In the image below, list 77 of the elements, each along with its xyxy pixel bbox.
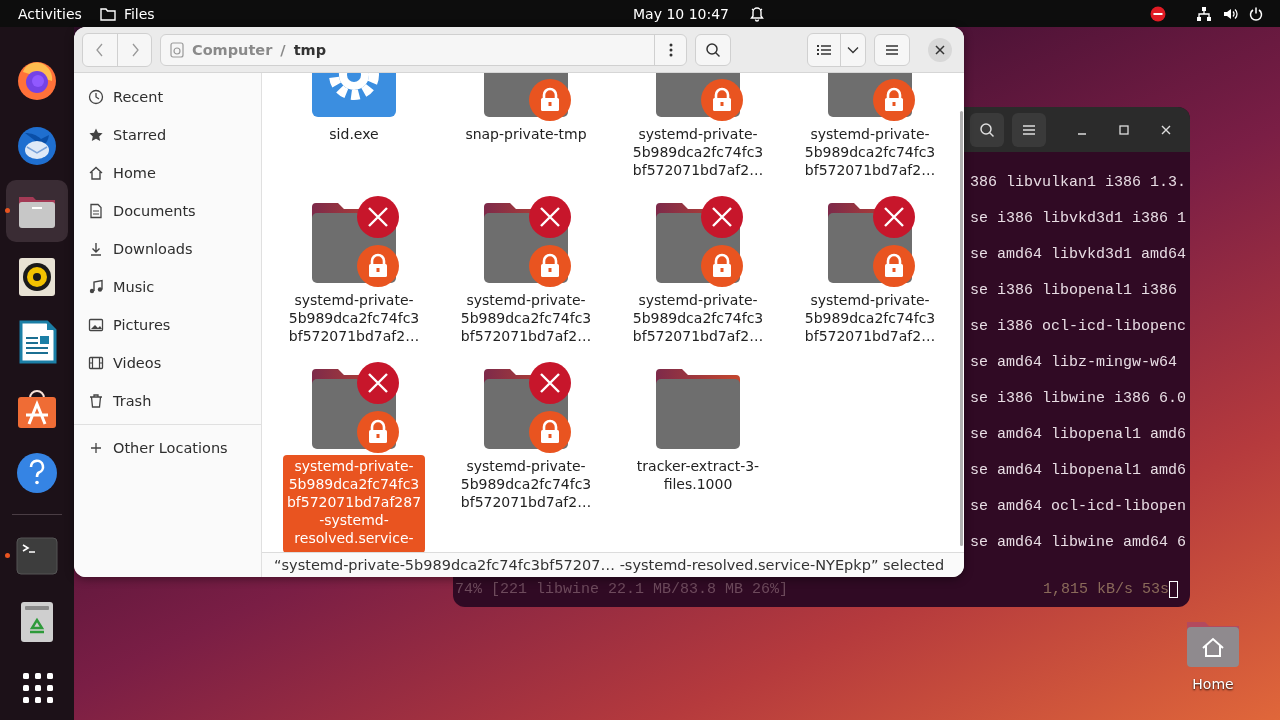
- search-icon: [705, 41, 721, 58]
- sidebar-item[interactable]: Downloads: [74, 230, 261, 268]
- sidebar-item[interactable]: Pictures: [74, 306, 261, 344]
- trash-icon: [88, 393, 104, 409]
- sidebar-item[interactable]: Other Locations: [74, 429, 261, 467]
- file-name[interactable]: systemd-private- 5b989dca2fc74fc3 bf572071bd7af2…: [456, 457, 596, 511]
- activities-button[interactable]: Activities: [0, 5, 100, 22]
- caret-icon: [847, 45, 859, 54]
- terminal-line: se i386 libwine i386 6.0: [970, 389, 1188, 409]
- path-crumb[interactable]: tmp: [293, 41, 327, 58]
- clock[interactable]: May 10 10:47: [615, 5, 747, 22]
- terminal-line: se amd64 libwine amd64 6: [970, 533, 1188, 553]
- file-name[interactable]: systemd-private- 5b989dca2fc74fc3 bf572071bd7af2…: [800, 291, 940, 345]
- file-name[interactable]: systemd-private- 5b989dca2fc74fc3 bf572071bd7af2…: [456, 291, 596, 345]
- menu-button[interactable]: [1012, 112, 1046, 147]
- sidebar-item[interactable]: Trash: [74, 382, 261, 420]
- clock-icon: [88, 89, 104, 105]
- sidebar-item[interactable]: Recent: [74, 78, 261, 116]
- download-icon: [88, 241, 104, 257]
- close-icon[interactable]: [1160, 123, 1172, 136]
- terminal-line: 386 libvulkan1 i386 1.3.: [970, 173, 1188, 193]
- network-icon[interactable]: [1196, 5, 1212, 22]
- menu-icon: [1022, 123, 1036, 136]
- vertical-dots-icon: [668, 42, 673, 57]
- maximize-icon[interactable]: [1118, 123, 1130, 136]
- search-icon: [979, 121, 995, 138]
- chevron-left-icon: [95, 42, 105, 57]
- sidebar-item[interactable]: Music: [74, 268, 261, 306]
- main-menu-button[interactable]: [874, 33, 910, 66]
- close-icon: [935, 44, 945, 55]
- document-icon: [88, 203, 104, 219]
- files-icon[interactable]: [6, 180, 68, 242]
- file-name[interactable]: systemd-private- 5b989dca2fc74fc3 bf572071bd7af2…: [628, 125, 768, 179]
- star-icon: [88, 127, 104, 143]
- terminal-line: se amd64 libz-mingw-w64: [970, 353, 1179, 373]
- close-button[interactable]: [928, 37, 952, 62]
- terminal-progress-text: 74% [221 libwine 22.1 MB/83.8 MB 26%]: [455, 580, 789, 598]
- sidebar-item[interactable]: Videos: [74, 344, 261, 382]
- path-bar[interactable]: Computer / tmp: [160, 33, 687, 66]
- image-icon: [88, 317, 104, 333]
- list-icon: [817, 43, 831, 56]
- scrollbar[interactable]: [960, 111, 963, 546]
- terminal-line: se amd64 libvkd3d1 amd64: [970, 245, 1188, 265]
- bell-icon[interactable]: [749, 5, 765, 22]
- file-name[interactable]: snap-private-tmp: [461, 125, 591, 143]
- music-note-icon: [88, 279, 104, 295]
- terminal-line: se i386 libvkd3d1 i386 1: [970, 209, 1188, 229]
- desktop-icon-label[interactable]: Home: [1192, 676, 1234, 692]
- do-not-disturb-icon[interactable]: [1150, 5, 1166, 22]
- terminal-line: se i386 libopenal1 i386: [970, 281, 1179, 301]
- power-icon[interactable]: [1248, 5, 1264, 22]
- file-name[interactable]: tracker-extract-3- files.1000: [632, 457, 764, 493]
- file-name[interactable]: systemd-private- 5b989dca2fc74fc3 bf572071bd7af2…: [628, 291, 768, 345]
- terminal-line: se i386 ocl-icd-libopenc: [970, 317, 1188, 337]
- terminal-line: se amd64 libopenal1 amd6: [970, 425, 1188, 445]
- path-separator: /: [280, 41, 286, 58]
- search-button[interactable]: [970, 112, 1004, 147]
- file-name[interactable]: systemd-private- 5b989dca2fc74fc3 bf572071bd7af2…: [284, 291, 424, 345]
- plus-icon: [88, 440, 104, 456]
- house-icon: [88, 165, 104, 181]
- app-menu-button[interactable]: Files: [99, 5, 173, 22]
- download-rate-text: 1,815 kB/s 53s: [1042, 580, 1169, 598]
- terminal-line: se amd64 libopenal1 amd6: [970, 461, 1188, 481]
- sidebar-item[interactable]: Starred: [74, 116, 261, 154]
- sidebar-item[interactable]: Home: [74, 154, 261, 192]
- file-name[interactable]: systemd-private- 5b989dca2fc74fc3 bf572071bd7af287 -systemd- resolved.service-: [282, 455, 426, 553]
- sidebar-item[interactable]: Documents: [74, 192, 261, 230]
- selection-status: “systemd-private-5b989dca2fc74fc3bf57207… -systemd-resolved.service-NYEpkp” selected: [262, 552, 964, 577]
- drive-icon: [170, 41, 184, 58]
- file-name[interactable]: systemd-private- 5b989dca2fc74fc3 bf572071bd7af2…: [800, 125, 940, 179]
- search-button[interactable]: [695, 33, 731, 66]
- terminal-line: se amd64 ocl-icd-libopen: [970, 497, 1188, 517]
- file-name[interactable]: sid.exe: [325, 125, 383, 143]
- menu-icon: [885, 43, 899, 56]
- folder-icon: [99, 6, 116, 21]
- terminal-cursor: [1169, 580, 1178, 598]
- film-icon: [88, 355, 104, 371]
